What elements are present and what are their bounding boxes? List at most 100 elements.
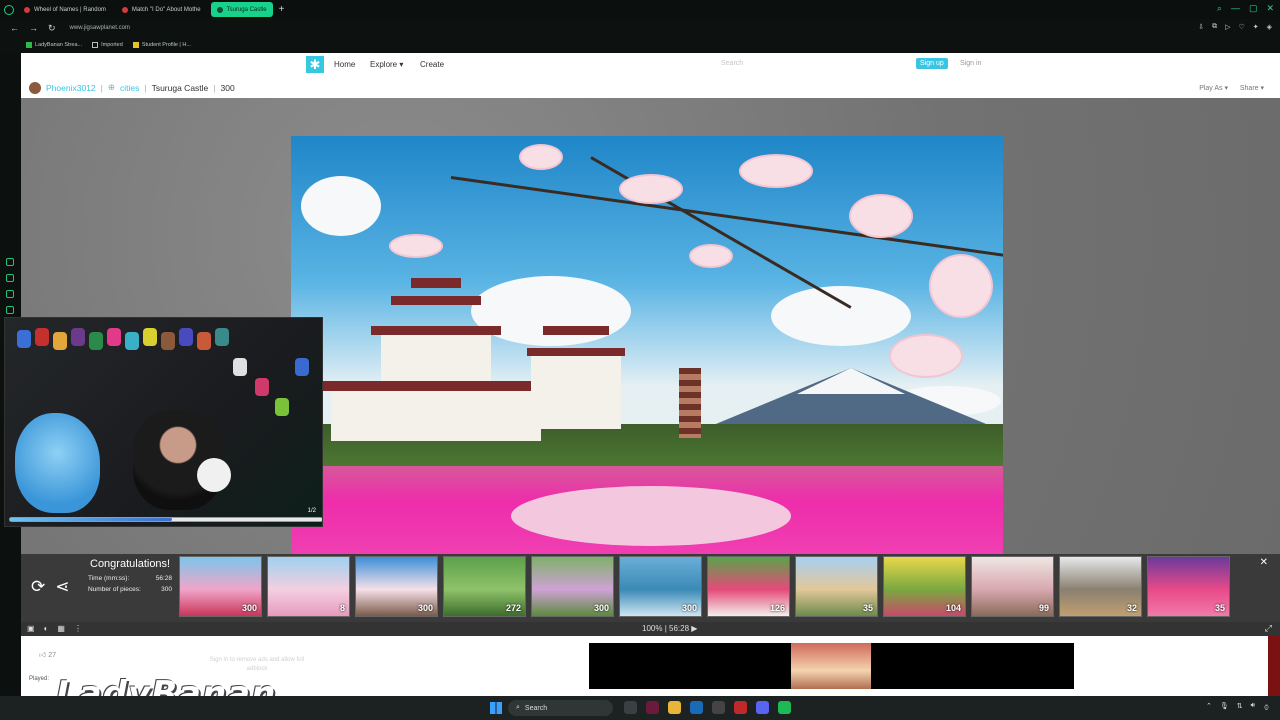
bookmark-item[interactable]: LadyBanan Strea... [26,42,82,48]
suggested-puzzle-thumbnail[interactable]: 8 [267,556,350,617]
nav-explore[interactable]: Explore ▾ [370,60,403,69]
likes: 👍︎ 27 [39,650,56,659]
tab-match[interactable]: Match "I Do" About Mothe [116,2,207,17]
system-tray: ⌃ 🎙︎ ⇅ 🔊︎ ⌚︎ [1206,702,1270,713]
reload-icon[interactable]: ↻ [48,23,56,34]
task-view-icon[interactable] [624,701,637,714]
player-icon[interactable]: ▷ [1225,23,1230,31]
download-icon[interactable]: ⇩ [1198,23,1204,31]
sidebar-history-icon[interactable] [6,258,14,266]
backpack [89,332,103,350]
suggested-puzzle-thumbnail[interactable]: 35 [1147,556,1230,617]
search-input[interactable]: Search [721,60,743,67]
close-icon[interactable]: ✕ [1260,557,1268,568]
url-field[interactable]: www.jigsawplanet.com [70,25,130,31]
jigsawplanet-logo-icon[interactable]: ✱ [306,56,324,73]
sign-in-link[interactable]: Sign in [960,60,981,67]
castle-roof [391,296,481,305]
suggested-puzzles: 300 8 300 272 300 300 126 35 104 99 32 35 [179,556,1230,617]
taskbar-search[interactable]: ⌕ Search [508,700,613,716]
cloud [301,176,381,236]
ghost-image-icon[interactable]: ◐ [44,624,49,633]
thumbs-up-icon[interactable]: 👍︎ [39,652,46,659]
file-explorer-icon[interactable] [668,701,681,714]
tab-wheel-of-names[interactable]: Wheel of Names | Random [18,2,112,17]
thumbnail-piece-count: 300 [241,603,257,613]
castle-base [331,386,541,441]
globe-icon: ⊕ [107,82,115,92]
backpack [17,330,31,348]
spotify-icon[interactable] [778,701,791,714]
suggested-puzzle-thumbnail[interactable]: 32 [1059,556,1142,617]
new-tab-button[interactable]: + [279,4,285,15]
forward-icon[interactable]: → [29,23,38,33]
suggested-puzzle-thumbnail[interactable]: 126 [707,556,790,617]
network-icon[interactable]: ⇅ [1237,702,1243,713]
volume-icon[interactable]: 🔊︎ [1251,702,1255,713]
back-icon[interactable]: ← [10,23,19,33]
sidebar-lock-icon[interactable] [6,274,14,282]
sidebar-wallet-icon[interactable] [6,290,14,298]
mountain-snowcap [797,368,905,394]
play-as-dropdown[interactable]: Play As ▾ [1199,84,1228,92]
suggested-puzzle-thumbnail[interactable]: 99 [971,556,1054,617]
browser-tab-bar: Wheel of Names | Random Match "I Do" Abo… [0,0,1280,19]
suggested-puzzle-thumbnail[interactable]: 300 [355,556,438,617]
fullscreen-icon[interactable]: ⤢ [1265,623,1272,634]
breadcrumb-user[interactable]: Phoenix3012 [46,83,96,93]
bookmark-label: Imported [101,42,123,48]
breadcrumb-separator: | [100,82,103,93]
extensions-icon[interactable]: ◈ [1267,23,1272,31]
advertisement[interactable] [589,643,1074,689]
heart-icon[interactable]: ♡ [1238,23,1244,31]
snapshot-icon[interactable]: ⧉ [1212,23,1217,31]
suggested-puzzle-thumbnail[interactable]: 300 [179,556,262,617]
nav-home[interactable]: Home [334,60,355,69]
suggested-puzzle-thumbnail[interactable]: 300 [619,556,702,617]
suggested-puzzle-thumbnail[interactable]: 300 [531,556,614,617]
more-menu-icon[interactable]: ⋮ [74,624,82,633]
calculator-icon[interactable] [712,701,725,714]
clock[interactable]: ⌚︎ [1263,702,1270,713]
taskbar-search-label: Search [524,704,548,712]
sign-up-button[interactable]: Sign up [916,58,948,69]
plush-dragon [15,413,100,513]
breadcrumb-category[interactable]: cities [120,83,139,93]
minimize-icon[interactable]: — [1231,3,1240,14]
backpack [215,328,229,346]
discord-icon[interactable] [756,701,769,714]
search-tabs-icon[interactable]: ⌕ [1217,3,1222,14]
app-icon[interactable] [734,701,747,714]
maximize-icon[interactable]: ▢ [1249,3,1258,14]
suggested-puzzle-thumbnail[interactable]: 104 [883,556,966,617]
share-dropdown[interactable]: Share ▾ [1240,84,1264,92]
microphone-icon[interactable]: 🎙︎ [1220,702,1229,713]
bookmark-folder[interactable]: Imported [92,42,123,48]
tab-tsuruga-castle[interactable]: Tsuruga Castle [210,2,273,17]
nav-create[interactable]: Create [420,60,444,69]
image-preview-icon[interactable]: ▣ [27,624,35,633]
ai-icon[interactable]: ✦ [1253,23,1259,31]
arrange-pieces-icon[interactable]: ▦ [57,624,65,633]
tray-chevron-icon[interactable]: ⌃ [1206,702,1212,713]
folder-icon [92,42,99,48]
tab-favicon-icon [121,6,128,13]
thumbnail-piece-count: 300 [681,603,697,613]
suggested-puzzle-thumbnail[interactable]: 35 [795,556,878,617]
puzzle-status: 100% | 56:28 ▶ [642,624,697,633]
replay-icon[interactable]: ⟳ [31,577,45,597]
window-controls: ⌕ — ▢ ✕ [1217,3,1274,14]
windows-start-icon[interactable] [490,702,502,714]
opera-gx-icon[interactable] [646,701,659,714]
bookmarks-bar: LadyBanan Strea... Imported Student Prof… [0,37,1280,53]
thumbnail-piece-count: 32 [1126,603,1137,613]
close-window-icon[interactable]: ✕ [1266,3,1274,14]
bookmark-item[interactable]: Student Profile | H... [132,42,191,48]
webcam-progress-bar [9,517,322,522]
steam-icon[interactable] [690,701,703,714]
tab-label: Match "I Do" About Mothe [131,6,201,13]
sidebar-notes-icon[interactable] [6,306,14,314]
share-icon[interactable]: ⋖ [55,577,69,597]
piece-count: 300 [220,82,235,93]
suggested-puzzle-thumbnail[interactable]: 272 [443,556,526,617]
